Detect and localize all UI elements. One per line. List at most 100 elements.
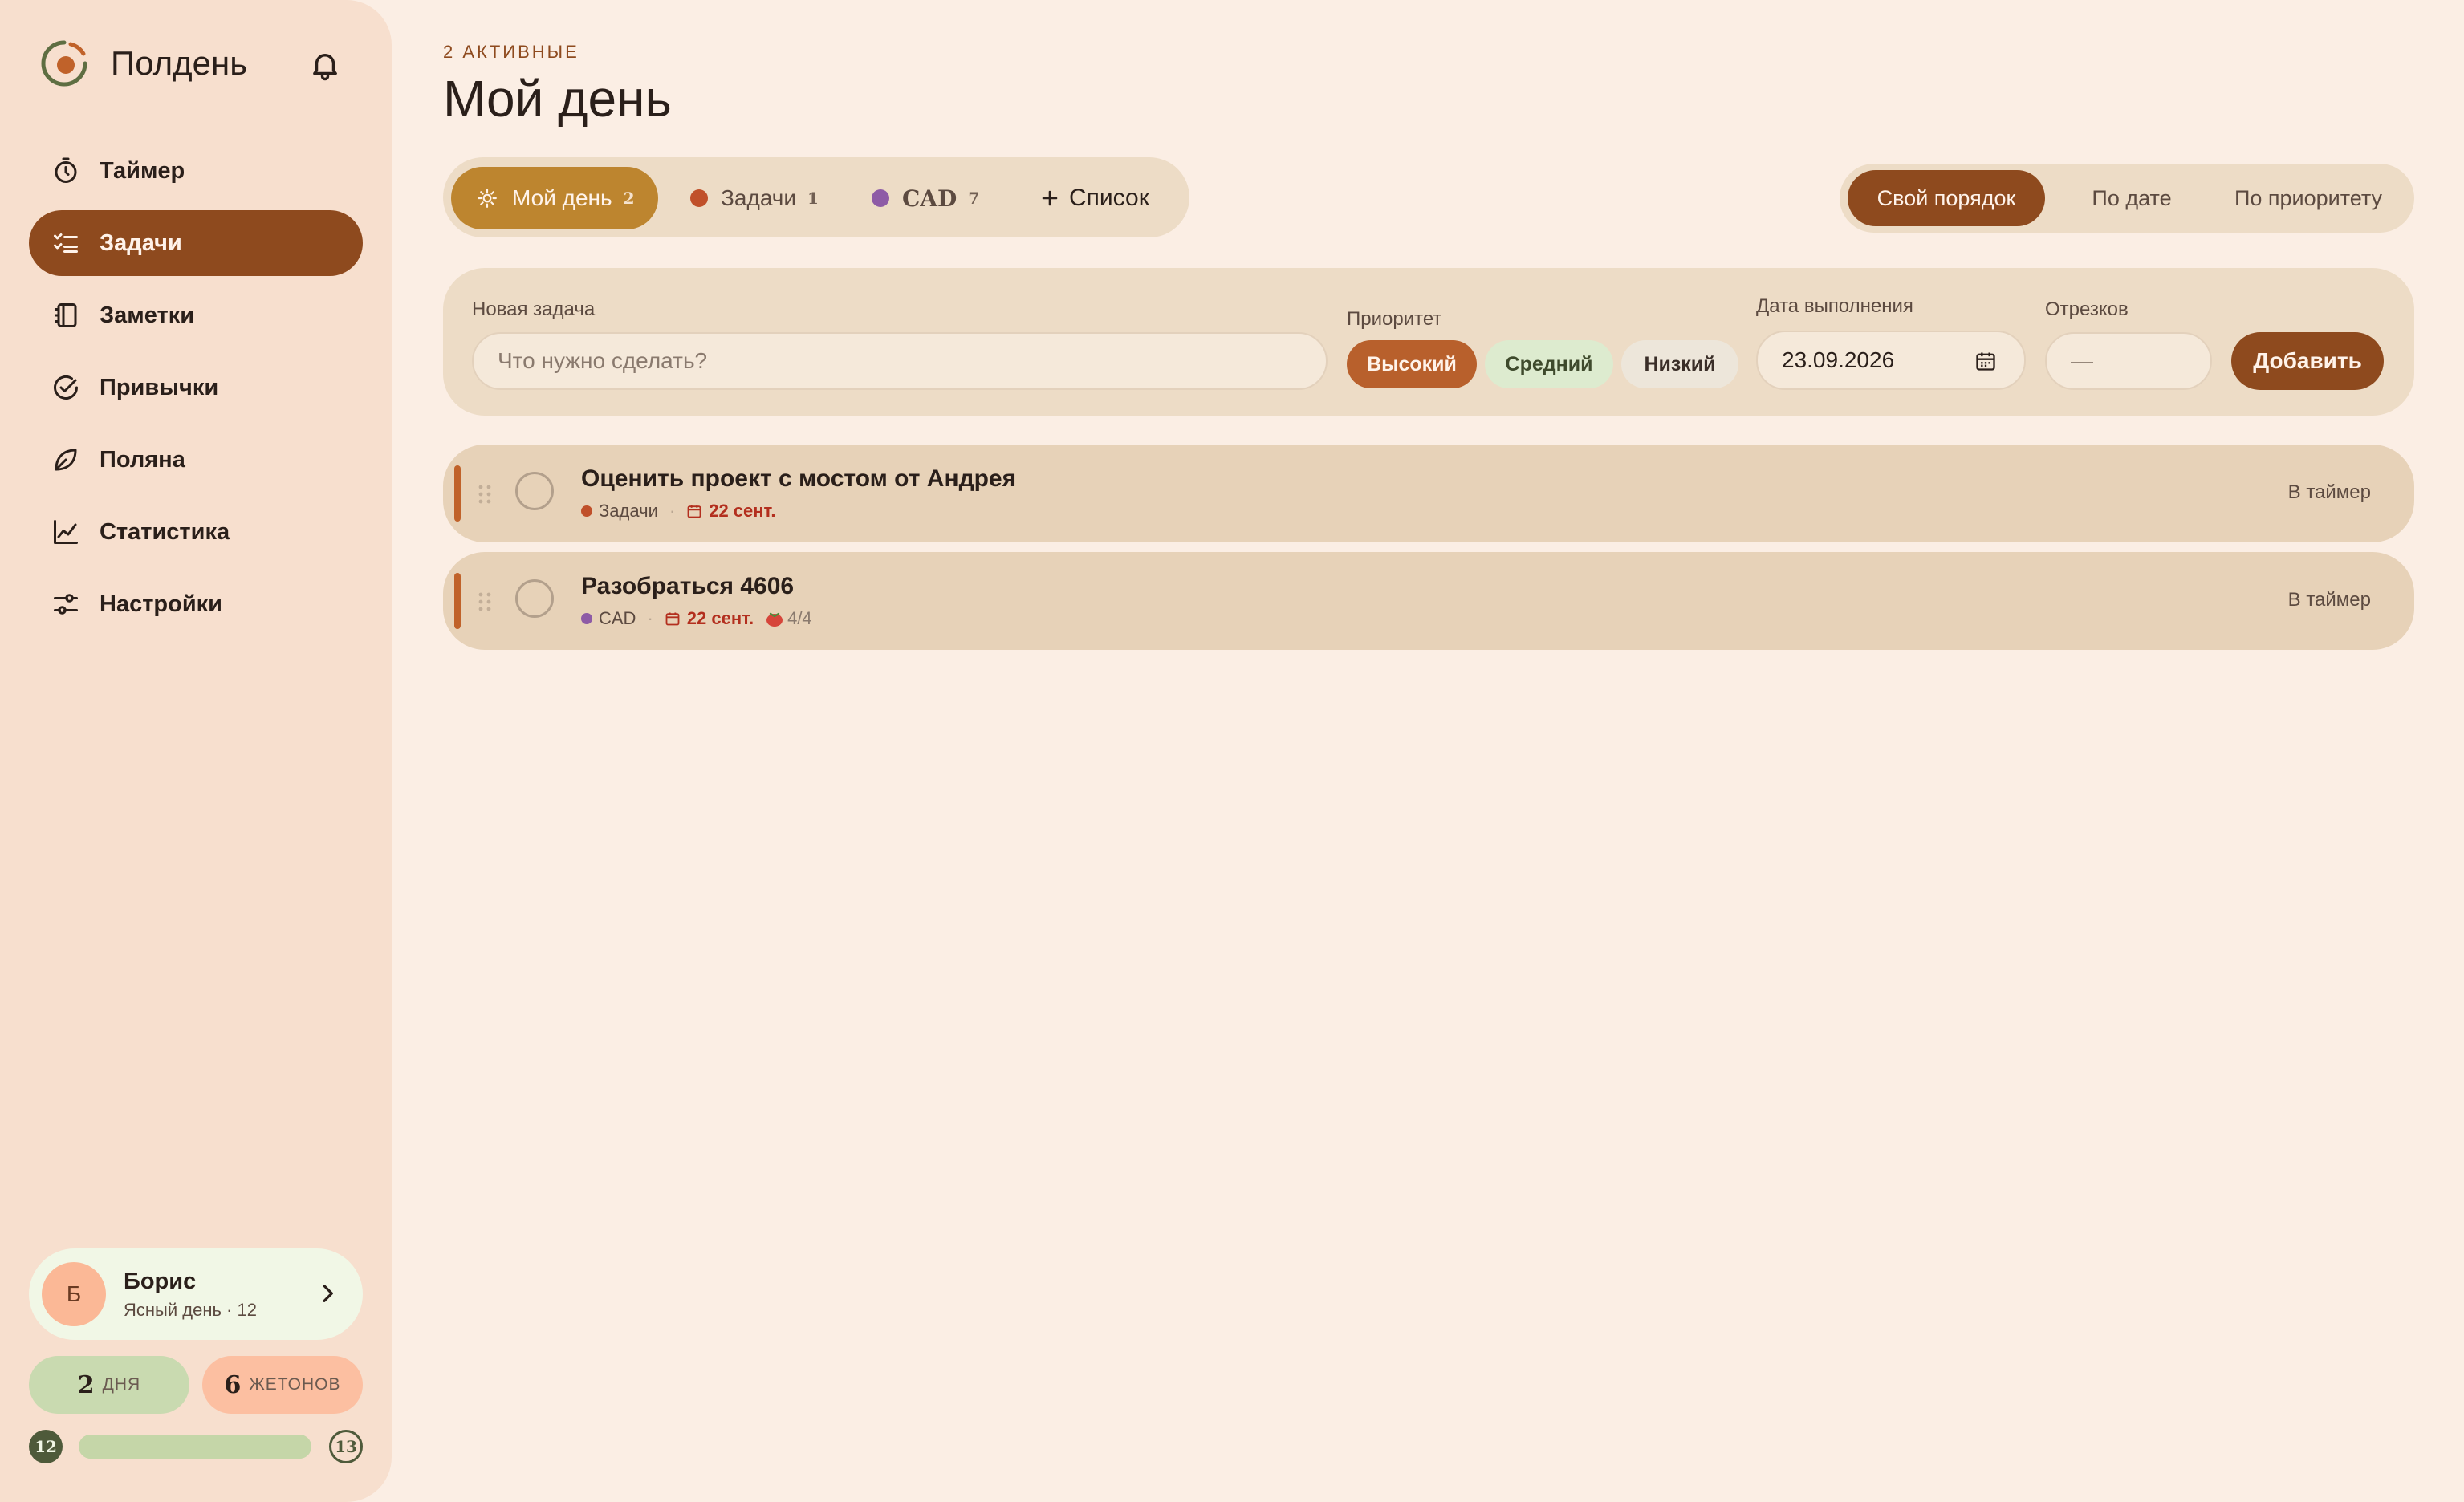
list-tabs: Мой день 2 Задачи 1 CAD 7 Список [443,157,1189,237]
add-list-button[interactable]: Список [1040,167,1149,229]
task-title: Оценить проект с мостом от Андрея [581,465,1017,492]
level-progress: 12 13 [29,1430,363,1465]
streak-days-label: ДНЯ [102,1375,141,1394]
timer-icon [51,156,80,185]
due-date-text: 22 сент. [686,608,754,628]
tab-count: 7 [968,189,980,208]
task-title: Разобраться 4606 [581,573,795,599]
separator: · [647,608,653,628]
segments-value: — [2071,348,2093,373]
new-task-form: Новая задача Что нужно сделать? Приорите… [443,268,2414,416]
sidebar-item-settings[interactable]: Настройки [29,571,363,637]
app-name: Полдень [111,44,248,82]
sidebar: Полдень Таймер Задачи Заметки Привычки П… [0,0,392,1502]
tab-label: Задачи [721,185,797,210]
current-level-badge: 12 [29,1430,63,1463]
calendar-icon [687,505,701,518]
priority-indicator [454,573,461,629]
sidebar-item-label: Таймер [100,157,185,184]
list-color-dot [581,505,592,517]
to-timer-button[interactable]: В таймер [2288,481,2371,504]
chevron-right-icon [315,1281,340,1306]
priority-low-button[interactable]: Низкий [1621,340,1738,388]
sidebar-item-habits[interactable]: Привычки [29,355,363,420]
sidebar-item-label: Привычки [100,374,219,400]
user-profile-card[interactable]: Б Борис Ясный день · 12 [29,1248,363,1340]
pomodoro-count-text: 4/4 [787,608,812,628]
sidebar-item-notes[interactable]: Заметки [29,282,363,348]
task-due-date: 22 сент. [686,501,776,522]
priority-medium-button[interactable]: Средний [1485,340,1613,388]
sidebar-item-label: Поляна [100,446,185,473]
brand[interactable]: Полдень [39,35,247,91]
sort-custom-button[interactable]: Свой порядок [1848,170,2045,226]
new-task-placeholder: Что нужно сделать? [498,348,708,373]
leaf-icon [51,445,80,474]
bell-icon[interactable] [308,48,342,82]
avatar: Б [42,1262,106,1326]
sidebar-item-statistics[interactable]: Статистика [29,499,363,565]
tokens-label: ЖЕТОНОВ [249,1375,341,1394]
task-row[interactable]: Оценить проект с мостом от Андрея Задачи… [443,445,2414,542]
add-task-button[interactable]: Добавить [2231,332,2384,390]
task-due-date: 22 сент. [665,608,754,629]
tasks-icon [51,229,80,258]
priority-label: Приоритет [1347,308,1442,330]
sun-icon [477,188,498,209]
tab-cad[interactable]: CAD 7 [872,167,979,229]
drag-handle-icon[interactable] [477,591,493,613]
tab-count: 1 [807,189,819,208]
page-title: Мой день [443,70,672,128]
calendar-icon [665,612,680,626]
due-date-value: 23.09.2026 [1782,347,1895,372]
level-progress-bar [79,1435,311,1459]
calendar-icon[interactable] [1974,350,1997,372]
task-checkbox[interactable] [515,579,554,618]
tab-label: CAD [902,185,958,212]
add-list-label: Список [1069,185,1149,211]
tab-label: Мой день [512,185,612,210]
task-list-name: Задачи [599,501,658,521]
priority-high-button[interactable]: Высокий [1347,340,1477,388]
user-name: Борис [124,1268,197,1294]
active-count-label: 2 активные [443,42,579,62]
tokens-value: 6 [224,1370,242,1399]
sidebar-item-timer[interactable]: Таймер [29,138,363,204]
separator: · [669,501,676,521]
segments-field[interactable]: — [2045,332,2212,390]
new-task-label: Новая задача [472,298,596,320]
task-checkbox[interactable] [515,472,554,510]
new-task-input[interactable]: Что нужно сделать? [472,332,1328,390]
sidebar-item-label: Статистика [100,518,230,545]
task-meta: CAD · 22 сент. 4/4 [581,608,812,629]
to-timer-button[interactable]: В таймер [2288,589,2371,611]
sort-by-date-button[interactable]: По дате [2068,170,2196,226]
sidebar-item-label: Настройки [100,591,223,617]
tomato-icon [766,612,783,627]
task-meta: Задачи · 22 сент. [581,501,776,522]
sidebar-item-meadow[interactable]: Поляна [29,427,363,493]
task-list-name: CAD [599,608,636,628]
sort-by-priority-button[interactable]: По приоритету [2210,170,2406,226]
due-date-label: Дата выполнения [1756,295,1913,317]
sidebar-item-label: Задачи [100,229,182,256]
task-row[interactable]: Разобраться 4606 CAD · 22 сент. 4/4 В та… [443,552,2414,650]
app-logo-icon [39,38,90,89]
list-color-dot [581,613,592,624]
chart-icon [51,518,80,546]
tab-my-day[interactable]: Мой день 2 [451,167,658,229]
due-date-text: 22 сент. [709,501,776,521]
sidebar-item-label: Заметки [100,302,195,328]
tokens-badge[interactable]: 6 ЖЕТОНОВ [202,1356,363,1414]
tab-tasks[interactable]: Задачи 1 [690,167,819,229]
due-date-field[interactable]: 23.09.2026 [1756,331,2026,390]
streak-days-badge[interactable]: 2 ДНЯ [29,1356,189,1414]
segments-label: Отрезков [2045,298,2129,320]
drag-handle-icon[interactable] [477,483,493,505]
user-subtitle: Ясный день · 12 [124,1299,257,1320]
sort-selector: Свой порядок По дате По приоритету [1840,164,2414,233]
list-color-dot [690,189,708,207]
sidebar-item-tasks[interactable]: Задачи [29,210,363,276]
settings-icon [51,590,80,619]
habits-icon [51,373,80,402]
